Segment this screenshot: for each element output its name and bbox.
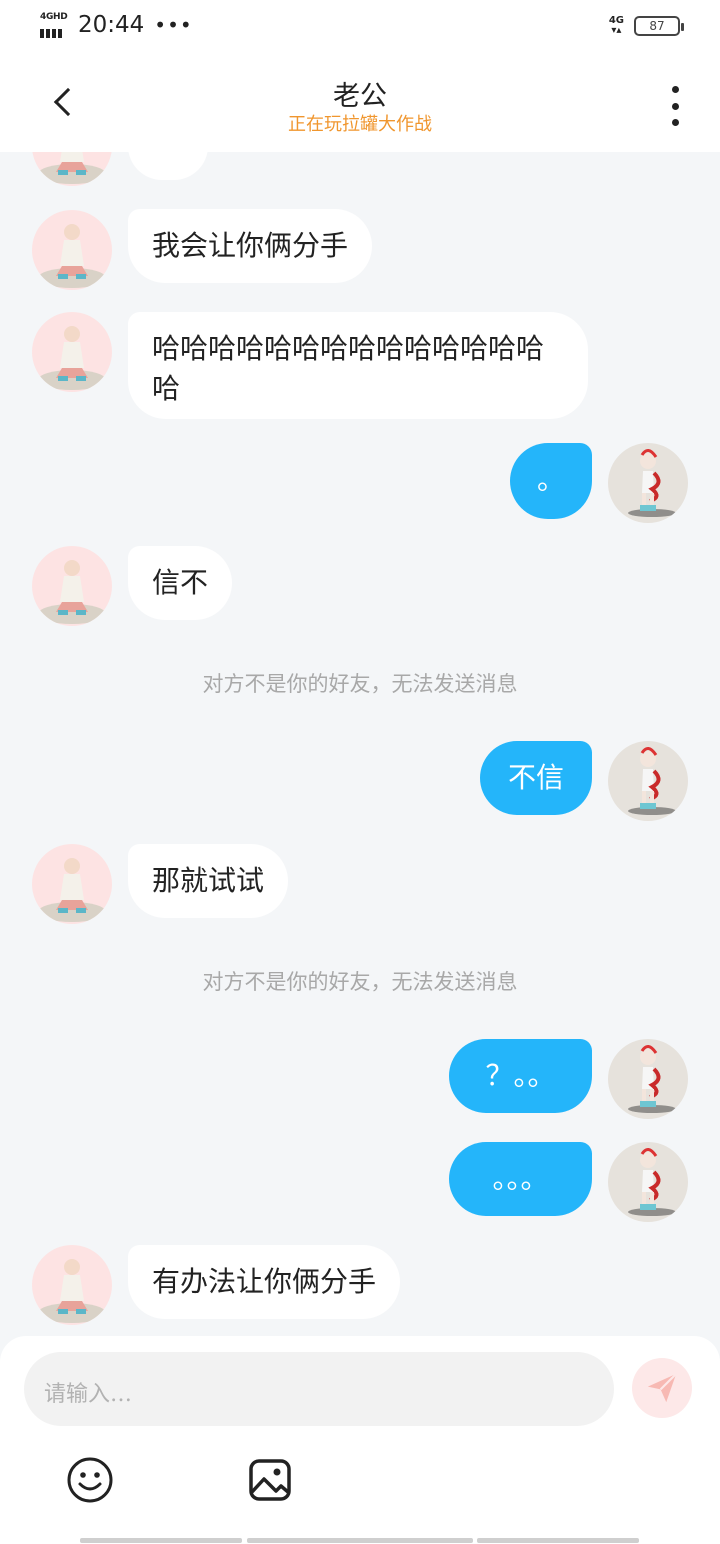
contact-avatar[interactable] (32, 210, 112, 290)
composer: 请输入… (0, 1336, 720, 1544)
chat-status: 正在玩拉罐大作战 (288, 114, 432, 135)
more-notifications-icon: ••• (154, 13, 193, 37)
system-notice: 对方不是你的好友，无法发送消息 (202, 672, 518, 696)
network-label: 4GHD (40, 12, 68, 22)
contact-avatar[interactable] (32, 844, 112, 924)
chat-title: 老公 (333, 81, 387, 112)
input-placeholder: 请输入… (44, 1382, 133, 1407)
battery-icon: 87 (634, 16, 684, 36)
emoji-icon[interactable] (66, 1456, 114, 1504)
message-text: … (152, 152, 180, 154)
message-text: 我会让你俩分手 (152, 229, 349, 262)
message-input[interactable]: 请输入… (24, 1352, 614, 1426)
contact-avatar[interactable] (32, 152, 112, 186)
message-bubble[interactable]: 有办法让你俩分手 (128, 1245, 401, 1319)
image-icon[interactable] (248, 1458, 292, 1502)
message-text: 。。。 (492, 1162, 549, 1195)
message-bubble[interactable]: 信不 (128, 546, 233, 620)
signal-icon: 4GHD (40, 12, 70, 38)
battery-level: 87 (649, 19, 665, 33)
my-avatar[interactable] (608, 443, 688, 523)
send-icon (647, 1373, 677, 1403)
system-notice: 对方不是你的好友，无法发送消息 (202, 970, 518, 994)
my-avatar[interactable] (608, 741, 688, 821)
clock: 20:44 (78, 12, 145, 38)
more-vertical-icon (671, 86, 679, 93)
message-bubble[interactable]: 。 (510, 443, 592, 519)
message-text: 信不 (152, 566, 209, 599)
message-bubble[interactable]: … (128, 152, 208, 180)
status-bar: 4GHD 20:44 ••• 4G ▾▴ 87 (0, 0, 720, 54)
message-bubble[interactable]: 。。。 (449, 1142, 592, 1216)
message-text: 那就试试 (152, 864, 265, 897)
message-text: 。 (536, 463, 565, 496)
my-avatar[interactable] (608, 1142, 688, 1222)
message-bubble[interactable]: 哈哈哈哈哈哈哈哈哈哈哈哈哈哈哈 (128, 312, 588, 419)
message-text: 哈哈哈哈哈哈哈哈哈哈哈哈哈哈哈 (152, 332, 545, 405)
my-avatar[interactable] (608, 1039, 688, 1119)
message-bubble[interactable]: 我会让你俩分手 (128, 209, 373, 283)
contact-avatar[interactable] (32, 312, 112, 392)
nav-indicator (247, 1538, 473, 1543)
chat-header: 老公 正在玩拉罐大作战 (0, 54, 720, 152)
nav-indicator (477, 1538, 639, 1543)
message-list[interactable]: … 我会让你俩分手 哈哈哈哈哈哈哈哈哈哈哈哈哈哈哈 。 信不 对方不是你的好友，… (0, 152, 720, 1338)
network-4g-icon: 4G ▾▴ (608, 15, 624, 36)
message-bubble[interactable]: ？。。 (449, 1039, 592, 1113)
contact-avatar[interactable] (32, 1245, 112, 1325)
message-text: 不信 (507, 761, 564, 794)
message-text: 有办法让你俩分手 (152, 1265, 377, 1298)
more-button[interactable] (660, 86, 690, 126)
message-bubble[interactable]: 那就试试 (128, 844, 289, 918)
contact-avatar[interactable] (32, 546, 112, 626)
message-text: ？。。 (485, 1059, 556, 1092)
nav-indicator (80, 1538, 242, 1543)
send-button[interactable] (632, 1358, 692, 1418)
message-bubble[interactable]: 不信 (480, 741, 592, 815)
